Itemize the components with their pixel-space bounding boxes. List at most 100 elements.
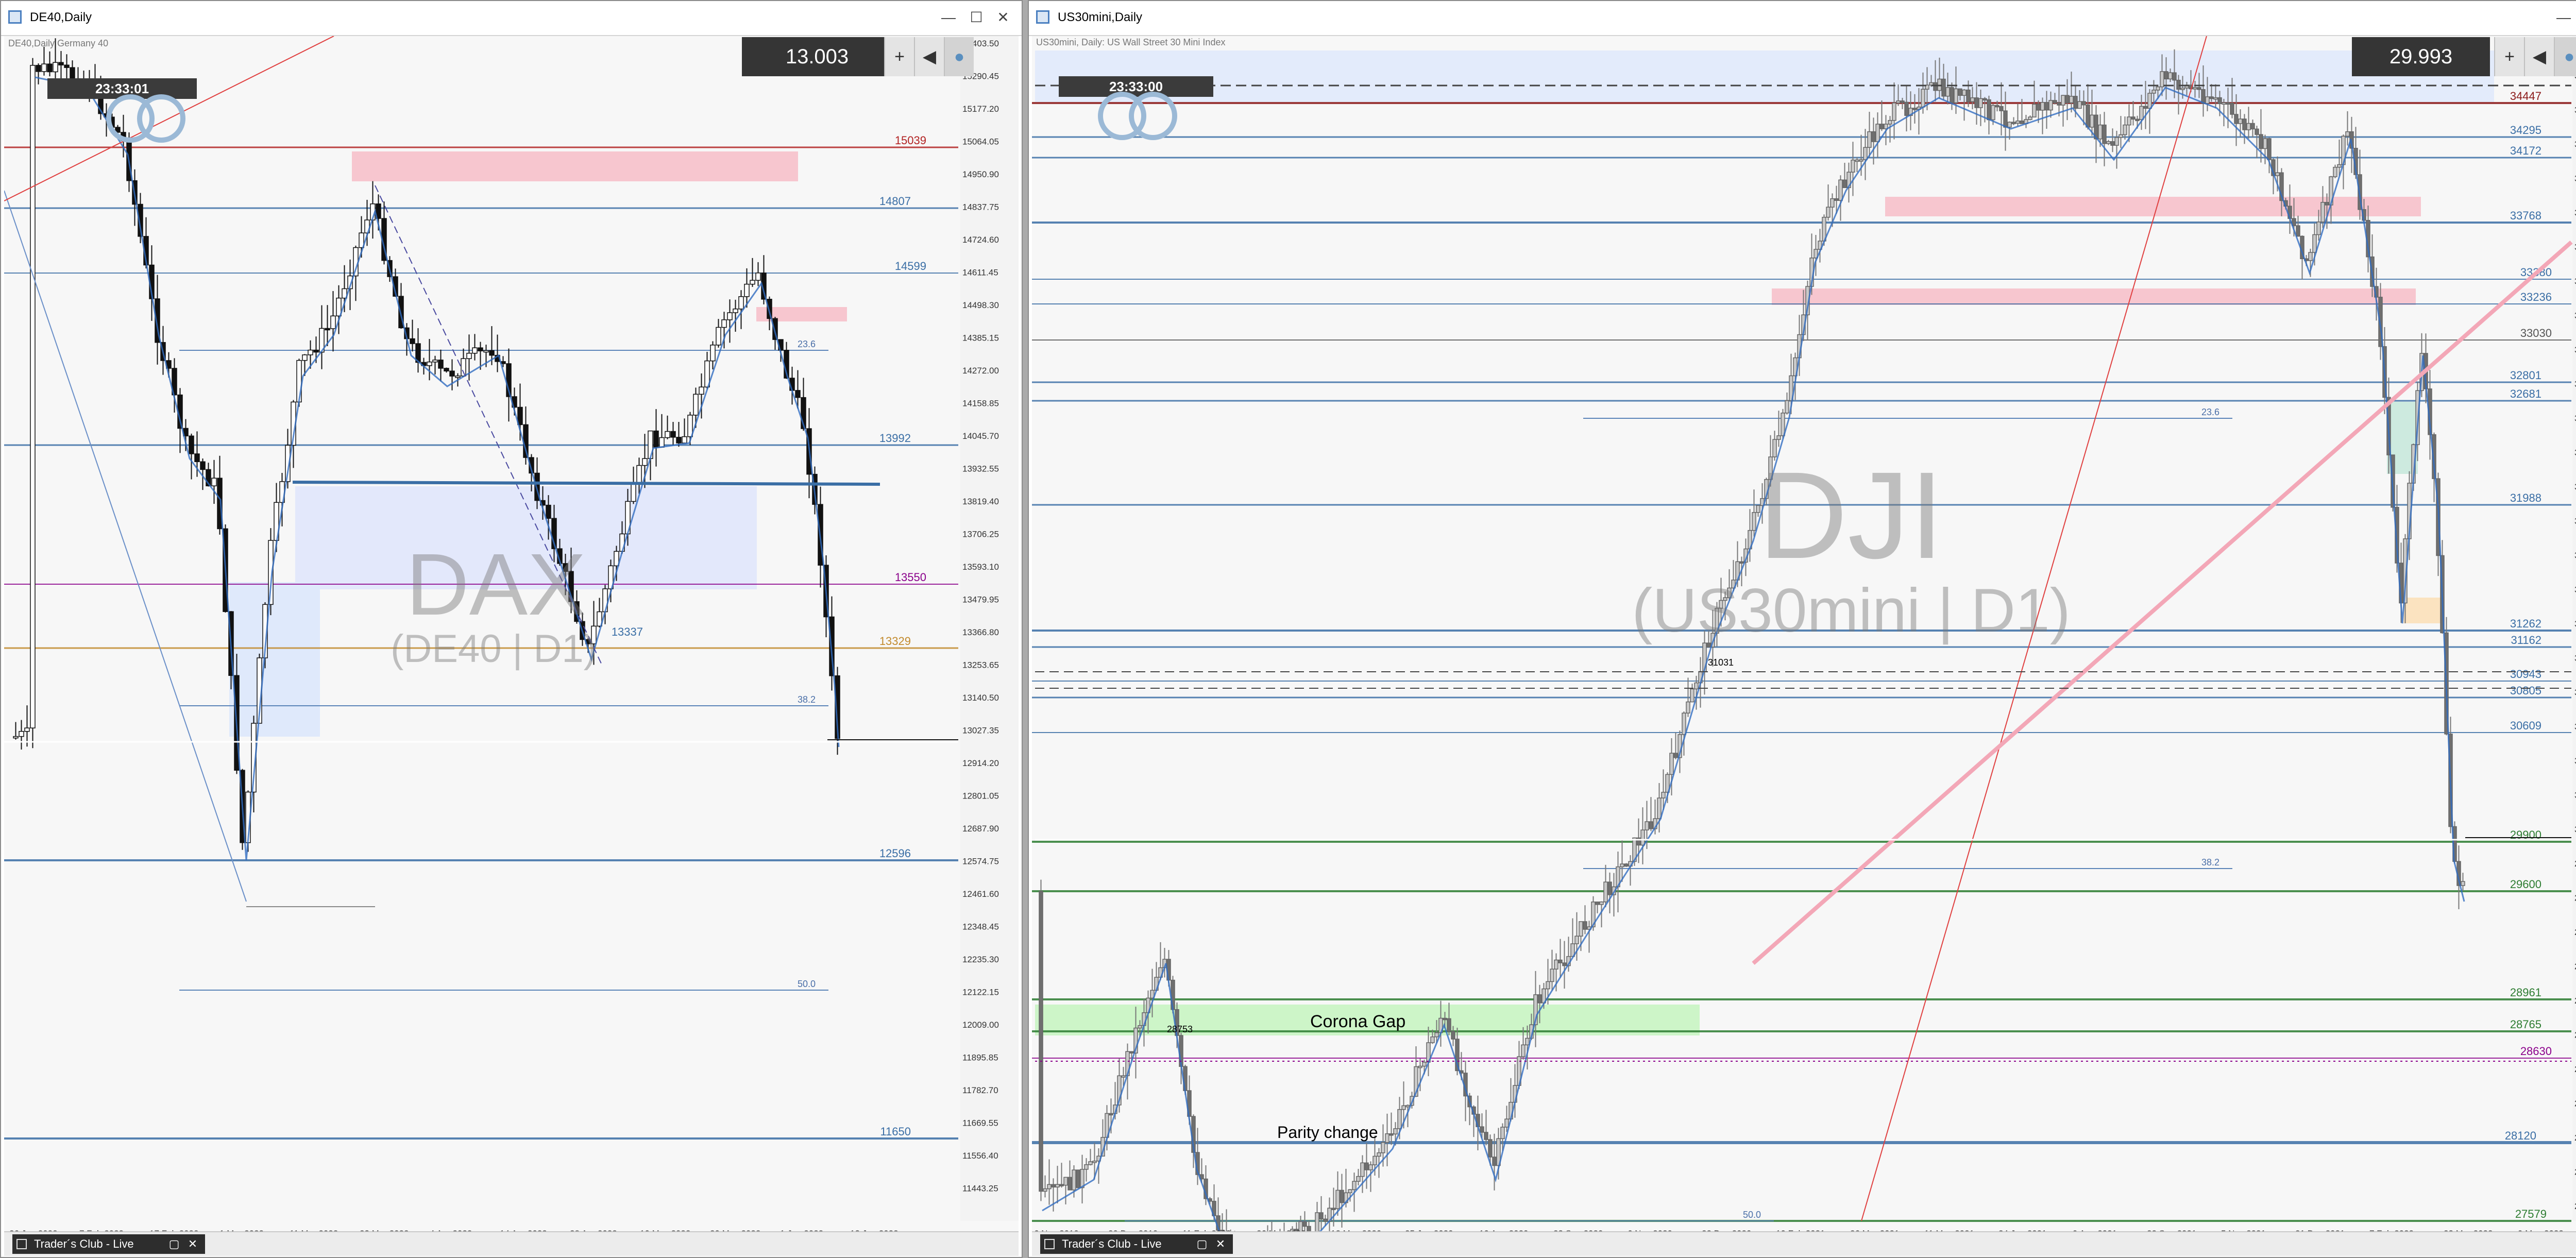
gap-value-label: 28753 xyxy=(1167,1024,1193,1034)
candle-body xyxy=(2036,104,2041,111)
candle-body xyxy=(1982,98,1987,101)
restore-icon[interactable]: ▢ xyxy=(1194,1234,1210,1254)
candle-body xyxy=(483,350,489,353)
candle-body xyxy=(1500,1127,1505,1140)
candle-body xyxy=(1084,1164,1089,1170)
chart-canvas[interactable]: 3444734295341723376833380332363303032801… xyxy=(1032,36,2576,1256)
candle-body xyxy=(682,436,687,444)
candle-body xyxy=(47,63,53,73)
window-titlebar[interactable]: DE40,Daily — ☐ ✕ xyxy=(1,1,1022,36)
candle-body xyxy=(2073,96,2078,109)
window-title: US30mini,Daily xyxy=(1058,10,1143,24)
horizontal-level-label: 30609 xyxy=(2510,719,2541,732)
price-chart[interactable]: 15039 14807 14599 13992 13550 13329 13337 12596… xyxy=(4,36,1019,1256)
account-icon xyxy=(1044,1239,1055,1249)
resistance-zone xyxy=(352,151,798,181)
candle-body xyxy=(1941,78,1946,97)
candle-body xyxy=(1690,688,1694,703)
candle-body xyxy=(1855,159,1859,162)
candle-body xyxy=(2032,104,2037,117)
candle-body xyxy=(2061,95,2065,106)
candle-body xyxy=(2090,114,2094,128)
candle-body xyxy=(2267,138,2272,160)
candle-body xyxy=(1492,1157,1497,1166)
candle-body xyxy=(2069,96,2074,104)
candle-body xyxy=(1397,1109,1402,1129)
account-tab[interactable]: Trader´s Club - Live ▢ ✕ xyxy=(1040,1234,1233,1254)
account-tab[interactable]: Trader´s Club - Live ▢ ✕ xyxy=(12,1234,205,1254)
candle-body xyxy=(1546,981,1550,990)
candle-body xyxy=(1826,207,1831,218)
level-value-label: 31031 xyxy=(1708,657,1734,668)
chart-window-us30[interactable]: US30mini,Daily — ☐ ✕ 34447 34295 34172 3376… xyxy=(1028,0,2576,1258)
candle-body xyxy=(24,727,30,732)
price-axis-tick-label: 14498.30 xyxy=(962,300,999,310)
price-axis-tick-label: 13593.10 xyxy=(962,562,999,572)
price-axis-tick-label: 13932.55 xyxy=(962,464,999,474)
candle-body xyxy=(1385,1133,1389,1143)
candle-body xyxy=(1072,1169,1076,1191)
candle-body xyxy=(489,350,495,356)
candle-body xyxy=(2222,102,2226,105)
chart-window-de40[interactable]: DE40,Daily — ☐ ✕ 15039 14807 14599 13992 135… xyxy=(0,0,1023,1258)
candle-body xyxy=(2320,202,2325,223)
close-tab-icon[interactable]: ✕ xyxy=(184,1234,201,1254)
candle-body xyxy=(1991,105,1995,121)
candle-body xyxy=(444,368,449,371)
price-axis-tick-label: 14950.90 xyxy=(962,169,999,179)
candle-body xyxy=(1352,1181,1357,1191)
horizontal-level-label: 33236 xyxy=(2520,291,2552,303)
minimize-icon[interactable]: — xyxy=(2552,6,2575,29)
add-order-icon[interactable]: + xyxy=(2494,37,2524,76)
candle-body xyxy=(1669,753,1674,775)
candle-body xyxy=(1393,1128,1398,1135)
price-axis-tick-label: 12122.15 xyxy=(962,988,999,997)
candle-body xyxy=(631,482,636,502)
candle-body xyxy=(1661,792,1666,798)
candle-body xyxy=(211,478,217,486)
candle-body xyxy=(438,360,444,369)
trade-toggle-icon[interactable]: ● xyxy=(2554,37,2576,76)
candle-body xyxy=(1851,159,1855,173)
maximize-icon[interactable]: ☐ xyxy=(965,6,988,29)
candle-body xyxy=(1323,1218,1328,1222)
add-order-icon[interactable]: + xyxy=(884,37,914,76)
candle-body xyxy=(1554,959,1558,970)
horizontal-level-label: 28630 xyxy=(2520,1045,2552,1058)
window-titlebar[interactable]: US30mini,Daily — ☐ ✕ xyxy=(1029,1,2576,36)
candle-body xyxy=(1043,1188,1047,1192)
candle-body xyxy=(2053,100,2057,104)
close-tab-icon[interactable]: ✕ xyxy=(1212,1234,1229,1254)
candle-body xyxy=(636,465,642,483)
collapse-arrow-icon[interactable]: ◀ xyxy=(914,37,944,76)
minimize-icon[interactable]: — xyxy=(937,6,960,29)
horizontal-level-label: 13992 xyxy=(879,432,911,445)
candle-body xyxy=(410,338,415,344)
collapse-arrow-icon[interactable]: ◀ xyxy=(2524,37,2554,76)
candle-body xyxy=(1595,902,1600,905)
close-icon[interactable]: ✕ xyxy=(992,6,1014,29)
price-axis-tick-label: 14611.45 xyxy=(962,268,998,278)
candle-body xyxy=(1356,1176,1361,1182)
candle-body xyxy=(1092,1161,1097,1163)
candle-body xyxy=(1966,89,1971,103)
candle-body xyxy=(744,283,750,297)
resistance-zone xyxy=(1885,197,2421,216)
restore-icon[interactable]: ▢ xyxy=(166,1234,182,1254)
candle-body xyxy=(710,345,716,362)
candle-body xyxy=(1480,1126,1484,1133)
candle-body xyxy=(1368,1164,1373,1170)
price-axis-tick-label: 12348.45 xyxy=(962,922,999,932)
price-chart[interactable]: 3444734295341723376833380332363303032801… xyxy=(1032,36,2576,1256)
price-axis-tick-label: 14724.60 xyxy=(962,235,999,245)
candle-body xyxy=(659,437,665,448)
account-tab-label: Trader´s Club - Live xyxy=(1062,1237,1162,1250)
parity-change-label: Parity change xyxy=(1277,1123,1378,1142)
candle-body xyxy=(308,349,313,355)
horizontal-level-label: 28120 xyxy=(2505,1129,2536,1142)
price-axis-tick-label: 15064.05 xyxy=(962,137,999,147)
horizontal-level-label: 13329 xyxy=(879,635,911,648)
trade-toggle-icon[interactable]: ● xyxy=(944,37,974,76)
candle-body xyxy=(2180,88,2185,90)
candle-body xyxy=(1785,400,1789,414)
